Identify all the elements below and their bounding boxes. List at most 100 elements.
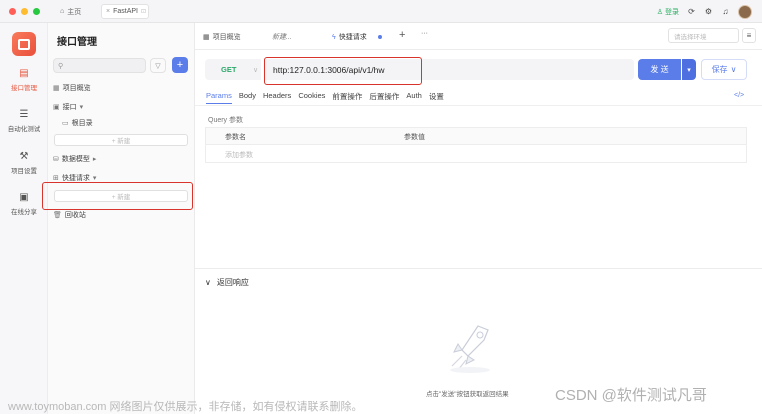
overview-icon: ▦ xyxy=(53,85,60,92)
tab-params[interactable]: Params xyxy=(206,91,232,104)
maximize-window-button[interactable] xyxy=(33,8,40,15)
add-param-input[interactable]: 添加参数 xyxy=(225,150,253,160)
highlight-box-new xyxy=(42,182,193,210)
rail-item-api[interactable]: ▤ 接口管理 xyxy=(0,68,48,93)
lightning-icon: ϟ xyxy=(332,33,336,41)
sync-icon[interactable]: ⟳ xyxy=(687,7,696,16)
save-button[interactable]: 保存 ∨ xyxy=(701,59,747,80)
rail-item-label: 接口管理 xyxy=(11,85,37,92)
save-label: 保存 xyxy=(711,65,728,74)
filter-button[interactable]: ▽ xyxy=(150,58,166,73)
quick-request-icon: ⊞ xyxy=(53,175,59,182)
tab-auth[interactable]: Auth xyxy=(406,91,421,104)
tab-new[interactable]: 新建... xyxy=(272,32,292,42)
title-bar: ⌂ 主页 × FastAPI ⊡ ♙ 登录 ⟳ ⚙ ♫ xyxy=(0,0,762,23)
tree-item-overview[interactable]: ▦ 项目概览 xyxy=(53,83,91,93)
login-button[interactable]: ♙ 登录 xyxy=(657,7,679,17)
caret-right-icon: ▸ xyxy=(92,156,97,163)
home-icon: ⌂ xyxy=(60,8,65,15)
project-tab[interactable]: × FastAPI ⊡ xyxy=(101,4,149,19)
tab-cookies[interactable]: Cookies xyxy=(298,91,325,104)
plus-icon: + xyxy=(399,29,406,41)
tree-item-data-model[interactable]: ⛁ 数据模型 ▸ xyxy=(53,154,96,164)
add-button[interactable]: + xyxy=(172,57,188,73)
new-interface-button[interactable]: + 新建 xyxy=(54,134,188,146)
chevron-down-icon: ∨ xyxy=(253,66,259,74)
rail-item-label: 自动化测试 xyxy=(7,126,41,133)
tree-item-label: 接口 xyxy=(62,104,77,111)
trash-icon: 🗑 xyxy=(53,212,62,219)
unsaved-dot-icon xyxy=(377,35,382,39)
rail-item-share[interactable]: ▣ 在线分享 xyxy=(0,192,48,217)
data-model-icon: ⛁ xyxy=(53,156,59,163)
project-tab-label: FastAPI xyxy=(113,8,138,15)
filter-icon: ▽ xyxy=(155,62,161,70)
home-tab[interactable]: ⌂ 主页 xyxy=(60,5,81,18)
rail-item-label: 在线分享 xyxy=(11,209,37,216)
chevron-down-icon: ∨ xyxy=(205,278,211,287)
plus-icon: + xyxy=(176,59,184,71)
minimize-window-button[interactable] xyxy=(21,8,28,15)
tree-item-label: 根目录 xyxy=(71,120,93,127)
gear-icon[interactable]: ⚙ xyxy=(704,7,713,16)
sidebar: 接口管理 ⚲ ▽ + ▦ 项目概览 ▣ 接口 ▾ ▭ 根目录 + 新建 ⛁ 数据… xyxy=(48,23,195,414)
send-button[interactable]: 发 送 xyxy=(638,59,681,80)
menu-icon: ≡ xyxy=(746,31,752,40)
tab-label: 快捷请求 xyxy=(338,34,367,41)
tree-item-root[interactable]: ▭ 根目录 xyxy=(62,118,93,128)
tree-item-interfaces[interactable]: ▣ 接口 ▾ xyxy=(53,102,83,112)
tab-overview[interactable]: ▦ 项目概览 xyxy=(203,32,241,42)
api-icon: ▤ xyxy=(19,68,29,79)
code-icon[interactable]: </> xyxy=(734,92,744,99)
tree-item-label: 回收站 xyxy=(64,212,86,219)
automation-icon: ☰ xyxy=(19,109,29,120)
tree-item-label: 数据模型 xyxy=(61,156,90,163)
avatar[interactable] xyxy=(738,4,752,19)
titlebar-actions: ♙ 登录 ⟳ ⚙ ♫ xyxy=(657,4,752,19)
query-params-label: Query 参数 xyxy=(208,117,244,124)
response-title: 返回响应 xyxy=(216,278,249,287)
tab-headers[interactable]: Headers xyxy=(263,91,291,104)
add-tab-button[interactable]: + xyxy=(399,29,405,41)
user-icon: ♙ xyxy=(656,8,663,16)
sidebar-title: 接口管理 xyxy=(57,37,97,48)
home-label: 主页 xyxy=(67,8,82,16)
watermark-text: www.toymoban.com 网络图片仅供展示，非存储，如有侵权请联系删除。 xyxy=(8,401,363,413)
tab-settings[interactable]: 设置 xyxy=(429,91,444,104)
params-table-header: 参数名 参数值 xyxy=(206,128,746,145)
chevron-down-icon: ▾ xyxy=(687,66,691,74)
more-tabs-button[interactable]: ··· xyxy=(421,30,428,37)
app-logo xyxy=(12,32,36,56)
caret-down-icon: ▾ xyxy=(92,175,97,182)
environment-select[interactable]: 请选择环境 xyxy=(668,28,739,43)
tree-item-recycle[interactable]: 🗑 回收站 xyxy=(53,210,86,220)
rocket-illustration-icon xyxy=(450,325,490,373)
response-hint: 点击"发送"按钮获取返回结果 xyxy=(426,391,509,398)
bell-icon[interactable]: ♫ xyxy=(721,7,730,16)
rail-item-automation[interactable]: ☰ 自动化测试 xyxy=(0,109,48,134)
tab-quick-request[interactable]: ϟ 快捷请求 xyxy=(332,32,382,42)
login-label: 登录 xyxy=(665,8,679,16)
rail-item-settings[interactable]: ⚒ 项目设置 xyxy=(0,152,48,176)
tab-pre-ops[interactable]: 前置操作 xyxy=(332,91,362,104)
menu-button[interactable]: ≡ xyxy=(742,28,756,43)
tab-post-ops[interactable]: 后置操作 xyxy=(369,91,399,104)
tree-item-label: 项目概览 xyxy=(62,85,91,92)
folder-api-icon: ▣ xyxy=(53,104,60,111)
tab-label: 项目概览 xyxy=(212,34,241,41)
send-options-button[interactable]: ▾ xyxy=(682,59,696,80)
highlight-box-url xyxy=(264,57,422,85)
tab-body[interactable]: Body xyxy=(239,91,256,104)
chevron-down-icon: ∨ xyxy=(730,65,737,74)
response-header[interactable]: ∨ 返回响应 xyxy=(205,277,249,288)
csdn-watermark: CSDN @软件测试凡哥 xyxy=(555,387,707,404)
divider xyxy=(195,268,762,269)
divider xyxy=(195,105,762,106)
share-icon: ▣ xyxy=(19,192,29,203)
close-window-button[interactable] xyxy=(9,8,16,15)
overview-icon: ▦ xyxy=(203,34,210,41)
search-input[interactable]: ⚲ xyxy=(53,58,146,73)
close-icon[interactable]: × xyxy=(106,8,110,15)
request-tabs: Params Body Headers Cookies 前置操作 后置操作 Au… xyxy=(206,91,444,104)
tab-bar: ▦ 项目概览 新建... ϟ 快捷请求 + ··· 请选择环境 ≡ xyxy=(195,23,762,50)
